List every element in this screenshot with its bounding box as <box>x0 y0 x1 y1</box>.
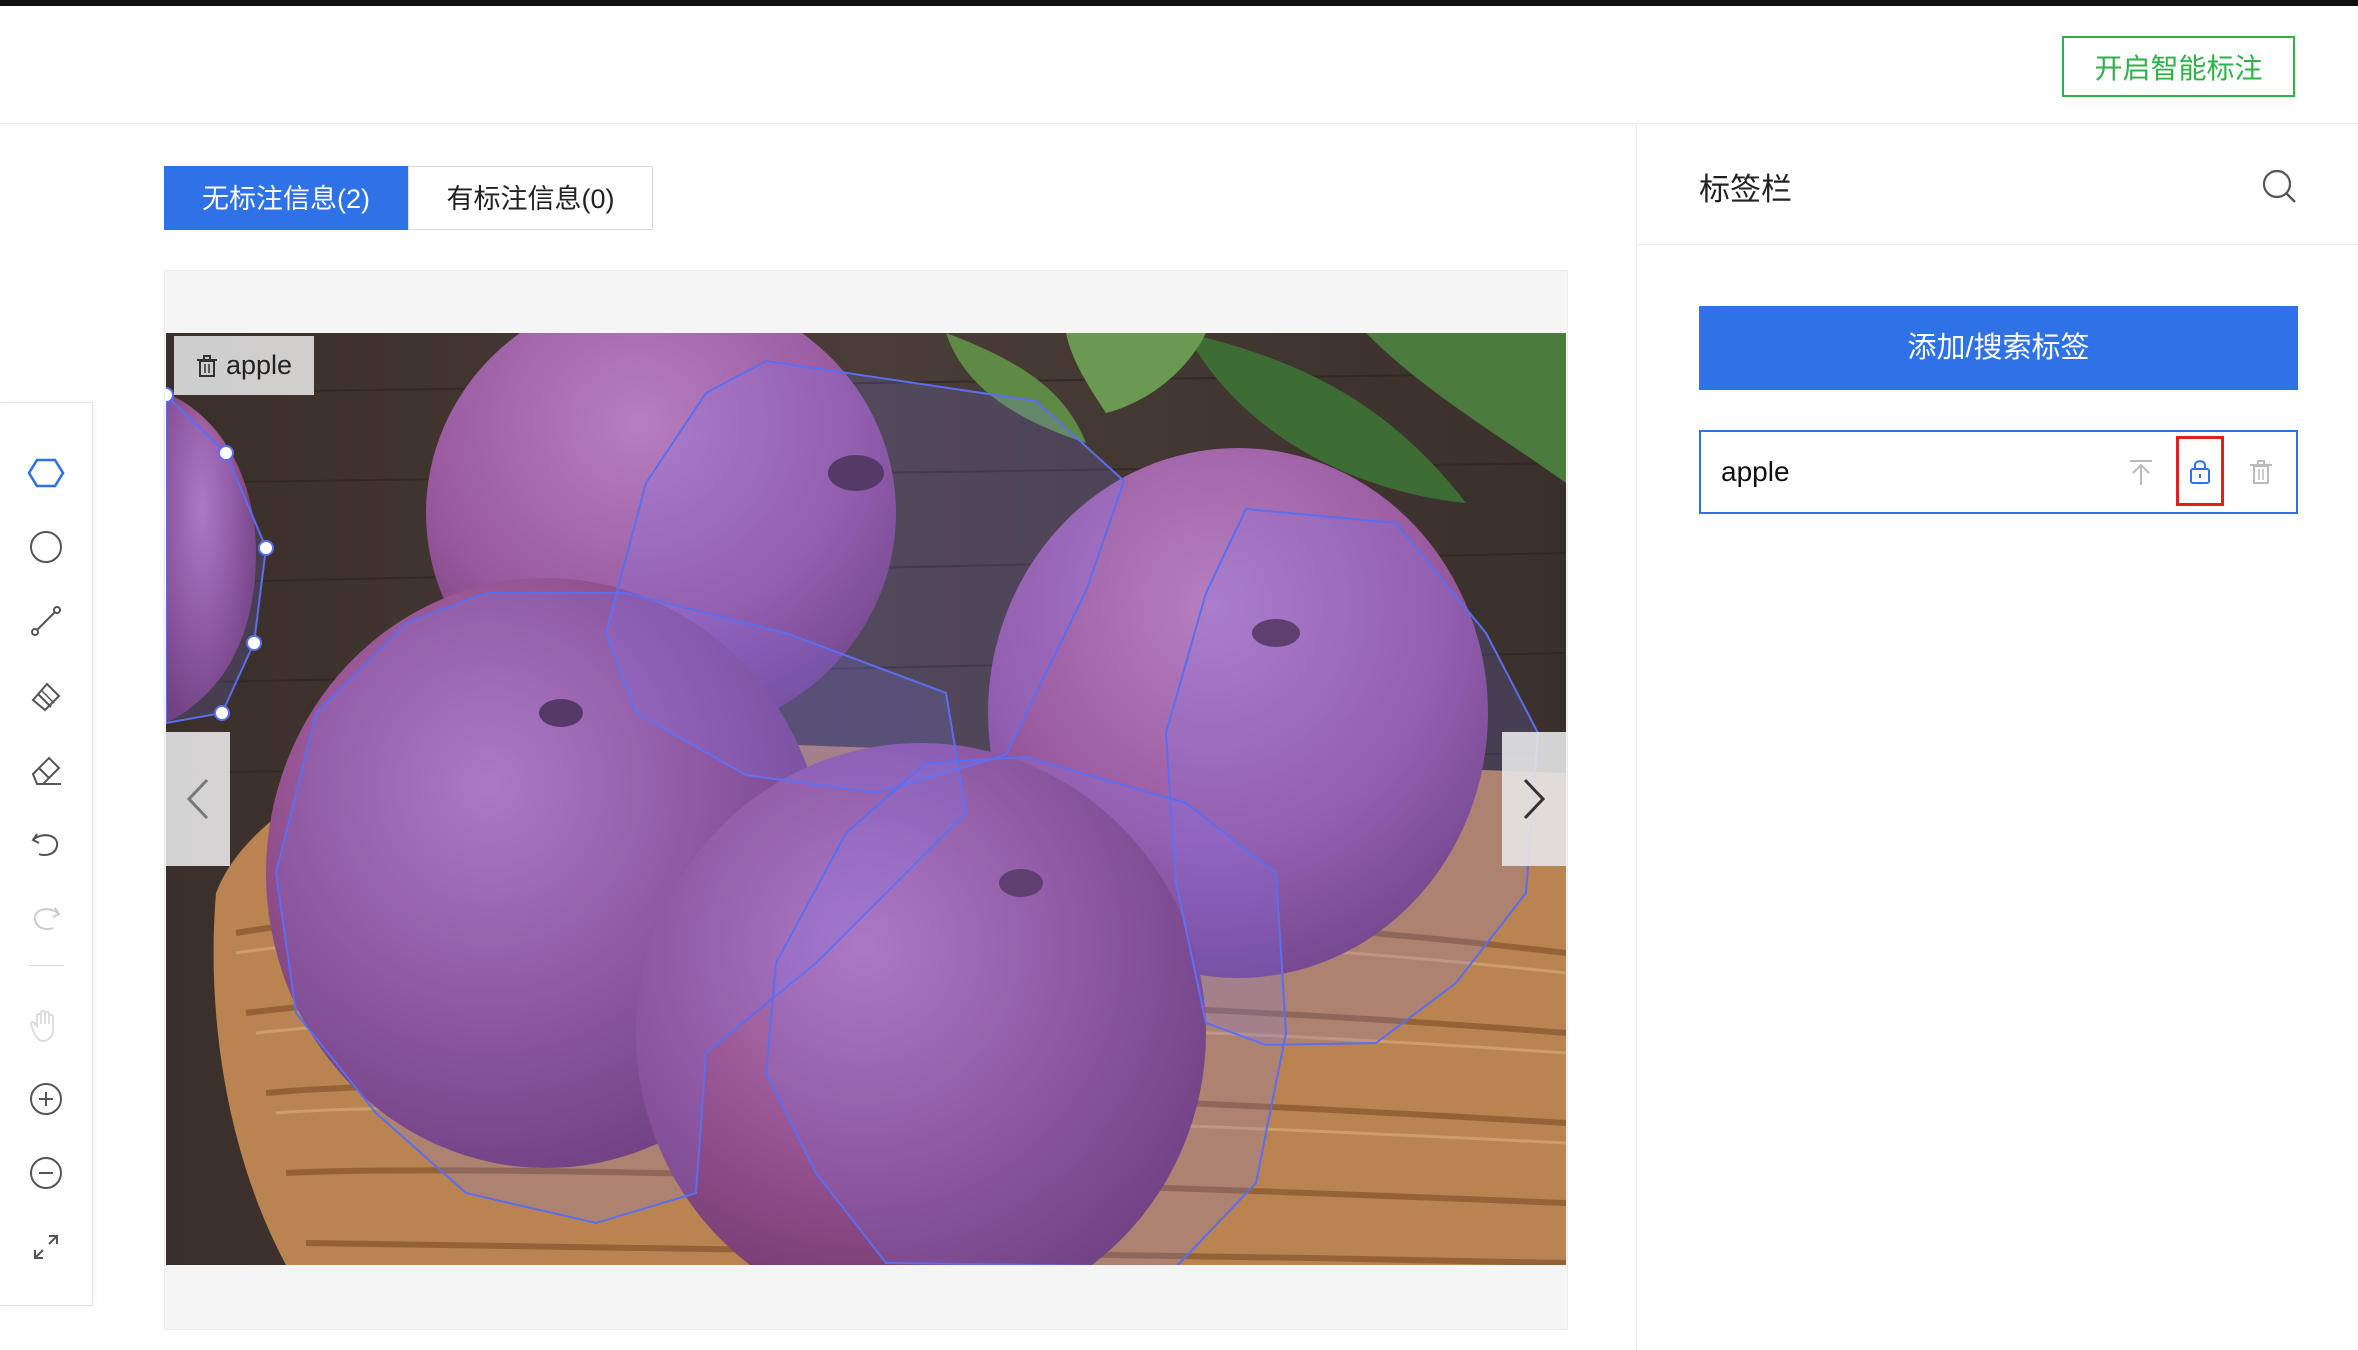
toolbar-divider <box>28 965 64 966</box>
zoom-in-tool[interactable] <box>22 1075 70 1123</box>
eraser-tool[interactable] <box>22 745 70 793</box>
line-icon <box>31 606 61 636</box>
annotation-label-text: apple <box>226 350 293 380</box>
fullscreen-icon <box>34 1235 58 1259</box>
next-image-button[interactable] <box>1502 732 1566 866</box>
tool-sidebar <box>0 402 93 1306</box>
brush-tool[interactable] <box>22 671 70 719</box>
move-to-top-icon <box>2130 460 2152 485</box>
chevron-right-icon <box>1523 778 1546 820</box>
undo-icon <box>31 833 59 856</box>
redo-icon <box>33 907 61 930</box>
label-panel-header: 标签栏 <box>1637 124 2358 245</box>
brush-icon <box>31 682 61 712</box>
polygon-tool[interactable] <box>22 449 70 497</box>
hand-icon <box>29 1009 54 1043</box>
label-panel: 标签栏 添加/搜索标签 apple <box>1636 124 2358 1350</box>
zoom-in-icon <box>30 1083 62 1115</box>
label-item-name: apple <box>1721 456 1790 487</box>
header-bar: 开启智能标注 <box>0 6 2358 124</box>
redo-tool[interactable] <box>22 893 70 941</box>
circle-icon <box>30 531 62 563</box>
annotation-image[interactable] <box>166 333 1566 1265</box>
circle-tool[interactable] <box>22 523 70 571</box>
lock-icon <box>2190 460 2210 484</box>
trash-icon[interactable] <box>194 353 220 379</box>
apple-photo <box>166 333 1566 1265</box>
tab-annotated[interactable]: 有标注信息(0) <box>408 166 653 230</box>
annotation-label-tag[interactable]: apple <box>174 336 315 395</box>
zoom-out-tool[interactable] <box>22 1149 70 1197</box>
add-search-label-button[interactable]: 添加/搜索标签 <box>1699 306 2298 390</box>
undo-tool[interactable] <box>22 819 70 867</box>
tab-unannotated[interactable]: 无标注信息(2) <box>164 166 408 230</box>
label-panel-title: 标签栏 <box>1699 172 1792 207</box>
prev-image-button[interactable] <box>166 732 230 866</box>
eraser-icon <box>31 756 61 785</box>
annotation-filter-tabs: 无标注信息(2) 有标注信息(0) <box>164 166 653 230</box>
smart-label-button[interactable]: 开启智能标注 <box>2062 36 2295 97</box>
delete-label-button[interactable] <box>2241 452 2281 492</box>
zoom-out-icon <box>30 1157 62 1189</box>
label-list-item[interactable]: apple <box>1699 430 2298 514</box>
trash-icon <box>2250 460 2272 484</box>
polygon-icon <box>27 458 65 488</box>
lock-label-button[interactable] <box>2176 436 2224 506</box>
line-tool[interactable] <box>22 597 70 645</box>
chevron-left-icon <box>186 778 209 820</box>
search-icon[interactable] <box>2259 166 2299 206</box>
hand-tool[interactable] <box>22 1001 70 1049</box>
pin-top-button[interactable] <box>2121 452 2161 492</box>
fullscreen-tool[interactable] <box>22 1223 70 1271</box>
